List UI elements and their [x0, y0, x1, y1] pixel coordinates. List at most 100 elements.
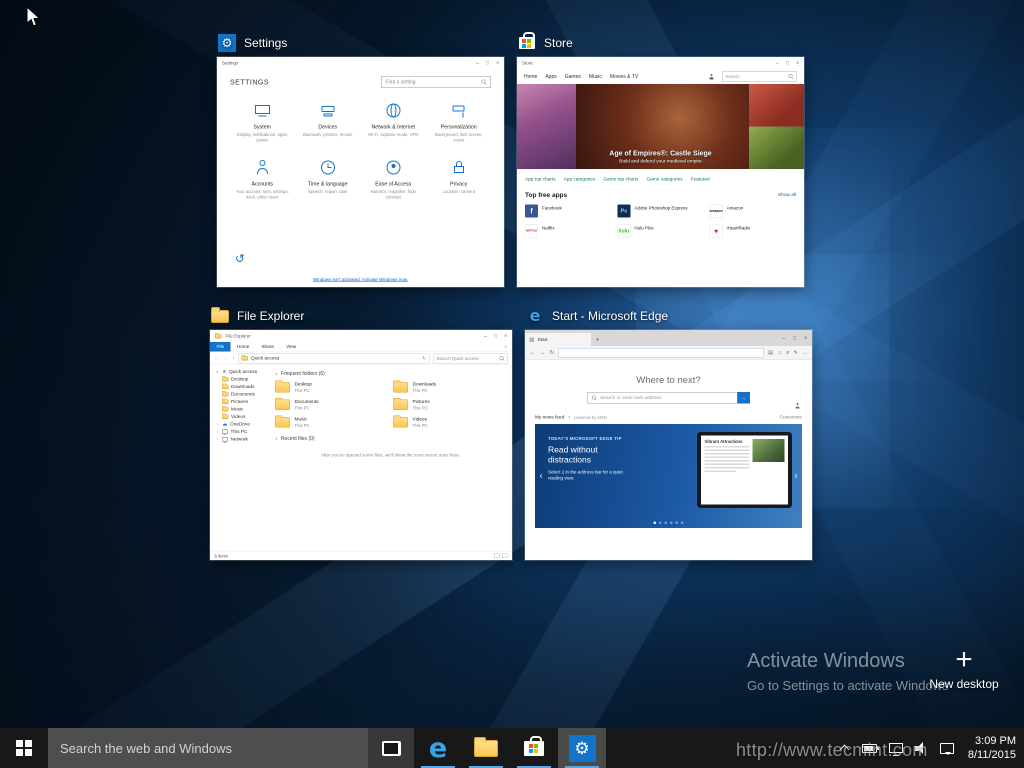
start-page: Where to next? Search or enter web addre…	[525, 360, 812, 560]
tray-action-center-button[interactable]	[940, 743, 954, 754]
ribbon-collapse-icon: ∨	[499, 342, 512, 352]
facebook-icon: f	[525, 205, 538, 218]
desktop-screen: ⚙ Settings Settings – □ × SETTINGS Find …	[0, 0, 1024, 768]
arrow-right-icon: →	[741, 395, 747, 401]
task-view-thumbnail-store[interactable]: Store Store – □ × Home Apps Games Music	[517, 57, 804, 287]
mouse-cursor-icon	[26, 6, 42, 28]
task-view-thumbnail-file-explorer[interactable]: File Explorer File Explorer – □ × File H…	[210, 330, 512, 560]
tip-title: Read without distractions	[548, 445, 623, 465]
sidebar-item-network: › Network	[210, 436, 269, 444]
taskbar-store-button[interactable]	[510, 728, 558, 768]
clock-time: 3:09 PM	[975, 734, 1016, 748]
section-title: Top free apps	[525, 191, 567, 199]
address-text: Quick access	[251, 356, 279, 362]
settings-category-system: System Display, notifications, apps, pow…	[232, 101, 293, 143]
new-tab-icon: +	[591, 333, 604, 346]
new-desktop-button[interactable]: + New desktop	[928, 646, 1000, 691]
globe-icon	[384, 101, 403, 120]
favorites-star-icon: ☆	[777, 350, 781, 356]
link-app-categories: App categories	[564, 176, 596, 182]
edge-window-preview[interactable]: Start + – □ × ← → ↻ ▤ ☆	[525, 330, 812, 560]
folder-icon	[215, 334, 222, 339]
folder-icon	[222, 407, 229, 412]
search-icon	[789, 74, 794, 79]
web-search-box: Search or enter web address	[587, 392, 737, 404]
store-icon	[524, 741, 544, 756]
minimize-icon: –	[776, 60, 779, 66]
gear-icon: ⚙	[222, 37, 233, 49]
start-search-row: Search or enter web address →	[525, 392, 812, 404]
explorer-body: ∨ ★ Quick access Desktop Downloads	[210, 365, 512, 551]
thumbnail-view-icon	[502, 554, 508, 559]
taskbar-edge-button[interactable]: e	[414, 728, 462, 768]
sidebar-item-onedrive: › ☁ OneDrive	[210, 421, 269, 429]
taskbar-file-explorer-button[interactable]	[462, 728, 510, 768]
settings-header-row: SETTINGS Find a setting	[217, 69, 504, 88]
reading-view-icon: ▤	[768, 350, 773, 356]
person-icon	[795, 403, 801, 409]
thumbnail-title: File Explorer	[237, 309, 304, 323]
store-app-tile-facebook: f Facebook	[525, 205, 611, 218]
activation-link: Windows isn't activated. Activate Window…	[217, 277, 504, 282]
titlebar: Store – □ ×	[517, 57, 804, 69]
thumbnail-label-file-explorer[interactable]: File Explorer	[211, 307, 304, 325]
amazon-icon: amazon	[710, 205, 723, 218]
close-icon: ×	[496, 60, 499, 66]
taskbar-clock[interactable]: 3:09 PM 8/11/2015	[968, 734, 1016, 763]
task-view-button[interactable]	[368, 728, 414, 768]
browser-tab-start: Start	[525, 333, 591, 346]
store-search-box: Search	[722, 72, 797, 82]
settings-window-preview[interactable]: Settings – □ × SETTINGS Find a setting	[217, 57, 504, 287]
settings-category-privacy: Privacy Location, camera	[429, 158, 490, 200]
taskbar-search[interactable]	[48, 728, 368, 768]
netflix-icon: NETFLIX	[525, 225, 538, 238]
window-controls: – □ ×	[777, 335, 812, 341]
search-icon	[592, 395, 597, 400]
activate-windows-watermark: Activate Windows Go to Settings to activ…	[747, 650, 949, 693]
file-explorer-window-preview[interactable]: File Explorer – □ × File Home Share View…	[210, 330, 512, 560]
settings-search-placeholder: Find a setting	[386, 79, 479, 85]
tab-strip: Start + – □ ×	[525, 330, 812, 346]
start-button[interactable]	[0, 728, 48, 768]
store-window-preview[interactable]: Store – □ × Home Apps Games Music Movies…	[517, 57, 804, 287]
ribbon-tab-file: File	[210, 342, 231, 352]
link-game-categories: Game categories	[646, 176, 682, 182]
search-icon	[482, 80, 487, 85]
favicon	[530, 337, 535, 342]
thumbnail-title: Store	[544, 36, 573, 50]
task-view-thumbnail-edge[interactable]: e Start - Microsoft Edge Start + – □ ×	[525, 330, 812, 560]
thumbnail-label-store[interactable]: Store	[518, 34, 573, 52]
browser-toolbar: ← → ↻ ▤ ☆ ≡ ✎ …	[525, 346, 812, 360]
settings-category-personalization: Personalization Background, lock screen,…	[429, 101, 490, 143]
window-controls: – □ ×	[476, 60, 499, 66]
back-icon: ←	[214, 356, 220, 362]
store-nav-music: Music	[589, 74, 602, 80]
taskbar-settings-button[interactable]: ⚙	[558, 728, 606, 768]
store-app-tile-netflix: NETFLIX Netflix	[525, 225, 611, 238]
link-app-top-charts: App top charts	[525, 176, 556, 182]
taskbar-search-input[interactable]	[48, 728, 368, 768]
customize-link: Customize	[780, 415, 802, 421]
hero-photo-food-bottom	[749, 127, 804, 170]
task-view-thumbnail-settings[interactable]: ⚙ Settings Settings – □ × SETTINGS Find …	[217, 57, 504, 287]
settings-app-icon: ⚙	[218, 34, 236, 52]
edge-app: Start + – □ × ← → ↻ ▤ ☆	[525, 330, 812, 560]
window-controls: – □ ×	[484, 333, 507, 339]
window-title-text: Settings	[222, 61, 238, 66]
thumbnail-title: Settings	[244, 36, 287, 50]
ribbon-tabs: File Home Share View ∨	[210, 342, 512, 352]
folder-item-desktop: DesktopThis PC	[275, 382, 388, 394]
person-icon	[253, 158, 272, 177]
monitor-icon	[222, 430, 228, 435]
folder-icon	[393, 400, 408, 411]
settings-header: SETTINGS	[230, 78, 269, 86]
undo-icon: ↺	[235, 253, 245, 265]
task-view-icon	[382, 741, 401, 756]
thumbnail-label-edge[interactable]: e Start - Microsoft Edge	[526, 307, 668, 325]
article-title: Vibrant Attractions	[705, 439, 750, 444]
titlebar: File Explorer – □ ×	[210, 330, 512, 342]
thumbnail-label-settings[interactable]: ⚙ Settings	[218, 34, 287, 52]
sidebar-item-desktop: Desktop	[210, 376, 269, 384]
store-nav-games: Games	[565, 74, 581, 80]
clock-date: 8/11/2015	[968, 748, 1016, 762]
